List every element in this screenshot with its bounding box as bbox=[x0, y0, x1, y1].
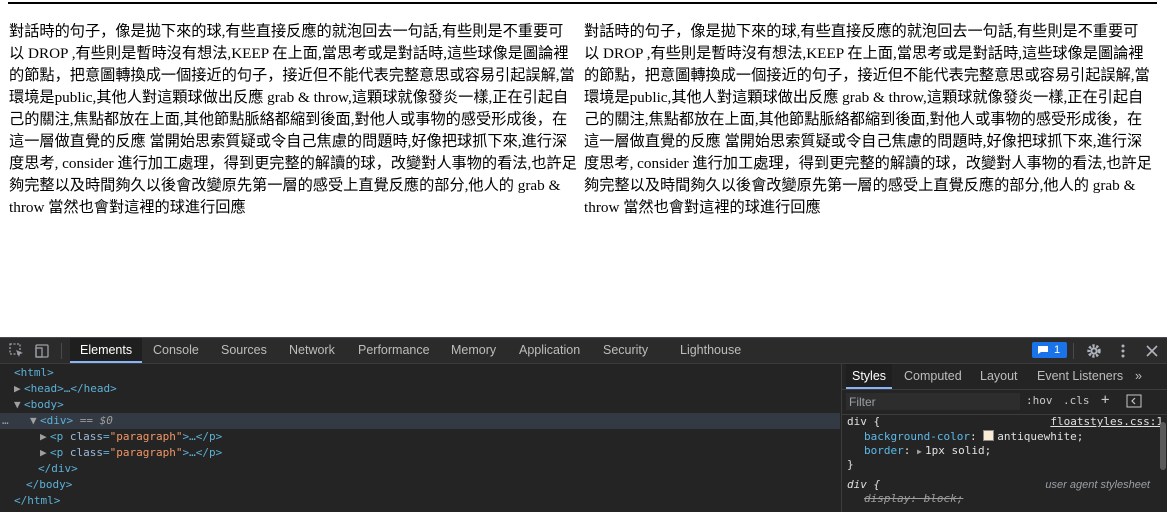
user-agent-stylesheet-label: user agent stylesheet bbox=[1045, 479, 1150, 491]
chat-icon bbox=[1038, 346, 1048, 354]
stylesheet-source-link[interactable]: floatstyles.css:1 bbox=[1050, 415, 1163, 429]
tree-row-paragraph[interactable]: ▶ <p class="paragraph">…</p> bbox=[0, 429, 880, 445]
close-icon[interactable] bbox=[1143, 342, 1161, 360]
more-options-icon[interactable] bbox=[1114, 342, 1132, 360]
inspect-element-icon[interactable] bbox=[8, 342, 26, 360]
new-rule-plus-icon[interactable]: + bbox=[1101, 392, 1109, 408]
tab-performance[interactable]: Performance bbox=[348, 338, 440, 363]
toolbar-divider bbox=[61, 343, 62, 359]
tree-row-html[interactable]: <html> bbox=[0, 365, 854, 381]
messages-badge[interactable]: 1 bbox=[1032, 342, 1067, 358]
tree-row-div-selected[interactable]: … ▼ <div> == $0 bbox=[0, 413, 840, 429]
expand-triangle-icon[interactable]: ▶ bbox=[14, 381, 24, 397]
page-viewport: 對話時的句子，像是拋下來的球,有些直接反應的就泡回去一句話,有些則是不重要可以 … bbox=[0, 0, 1167, 337]
tab-application[interactable]: Application bbox=[509, 338, 590, 363]
expand-triangle-icon[interactable]: ▶ bbox=[40, 445, 50, 461]
tab-network[interactable]: Network bbox=[279, 338, 345, 363]
paragraph-1: 對話時的句子，像是拋下來的球,有些直接反應的就泡回去一句話,有些則是不重要可以 … bbox=[9, 23, 577, 216]
tab-computed[interactable]: Computed bbox=[898, 364, 968, 389]
hover-state-button[interactable]: :hov bbox=[1026, 394, 1053, 407]
class-toggle-button[interactable]: .cls bbox=[1063, 394, 1090, 407]
tree-row-div-close[interactable]: </div> bbox=[0, 461, 878, 477]
style-declaration[interactable]: display: block; bbox=[864, 492, 963, 506]
toolbar-divider bbox=[1073, 343, 1074, 359]
tab-elements[interactable]: Elements bbox=[70, 338, 143, 363]
styles-rules: div { floatstyles.css:1 background-color… bbox=[842, 415, 1167, 512]
styles-filter-row: :hov .cls + bbox=[842, 390, 1167, 415]
tab-styles[interactable]: Styles bbox=[846, 364, 893, 389]
style-declaration[interactable]: border: ▶ 1px solid; bbox=[864, 444, 991, 459]
rule-close-brace: } bbox=[847, 458, 854, 471]
styles-scrollbar[interactable] bbox=[1160, 422, 1166, 470]
paragraph-2: 對話時的句子，像是拋下來的球,有些直接反應的就泡回去一句話,有些則是不重要可以 … bbox=[584, 23, 1152, 216]
toggle-sidebar-icon[interactable] bbox=[1126, 394, 1142, 411]
settings-gear-icon[interactable] bbox=[1085, 342, 1103, 360]
styles-filter-input[interactable] bbox=[846, 393, 1020, 410]
collapse-triangle-icon[interactable]: ▼ bbox=[30, 413, 40, 429]
container-div: 對話時的句子，像是拋下來的球,有些直接反應的就泡回去一句話,有些則是不重要可以 … bbox=[8, 2, 1157, 334]
tab-console[interactable]: Console bbox=[143, 338, 209, 363]
tab-lighthouse[interactable]: Lighthouse bbox=[670, 338, 751, 363]
tree-row-body-close[interactable]: </body> bbox=[0, 477, 866, 493]
messages-count: 1 bbox=[1054, 344, 1061, 356]
device-toolbar-icon[interactable] bbox=[33, 342, 51, 360]
styles-pane: Styles Computed Layout Event Listeners »… bbox=[841, 364, 1167, 512]
expand-triangle-icon[interactable]: ▶ bbox=[917, 445, 925, 459]
tab-memory[interactable]: Memory bbox=[441, 338, 506, 363]
tree-row-html-close[interactable]: </html> bbox=[0, 493, 854, 509]
tree-row-head[interactable]: ▶ <head>…</head> bbox=[0, 381, 854, 397]
tree-row-paragraph[interactable]: ▶ <p class="paragraph">…</p> bbox=[0, 445, 880, 461]
tree-row-body[interactable]: ▼ <body> bbox=[0, 397, 854, 413]
tab-sources[interactable]: Sources bbox=[211, 338, 277, 363]
tab-event-listeners[interactable]: Event Listeners bbox=[1031, 364, 1129, 389]
tab-layout[interactable]: Layout bbox=[974, 364, 1024, 389]
style-declaration[interactable]: background-color: antiquewhite; bbox=[864, 430, 1083, 444]
devtools-tabbar: Elements Console Sources Network Perform… bbox=[0, 338, 1167, 364]
tab-security[interactable]: Security bbox=[593, 338, 658, 363]
elements-tree: <html> ▶ <head>…</head> ▼ <body> … ▼ <div> =… bbox=[0, 364, 840, 512]
expand-triangle-icon[interactable]: ▶ bbox=[40, 429, 50, 445]
collapse-triangle-icon[interactable]: ▼ bbox=[14, 397, 24, 413]
rule-selector: div { bbox=[847, 415, 881, 428]
color-swatch[interactable] bbox=[983, 430, 995, 441]
rule-selector: div { bbox=[847, 478, 881, 491]
devtools-panel: Elements Console Sources Network Perform… bbox=[0, 337, 1167, 512]
row-ellipsis: … bbox=[2, 414, 9, 427]
more-tabs-chevron-icon[interactable]: » bbox=[1129, 364, 1148, 389]
styles-tabbar: Styles Computed Layout Event Listeners » bbox=[842, 364, 1167, 390]
